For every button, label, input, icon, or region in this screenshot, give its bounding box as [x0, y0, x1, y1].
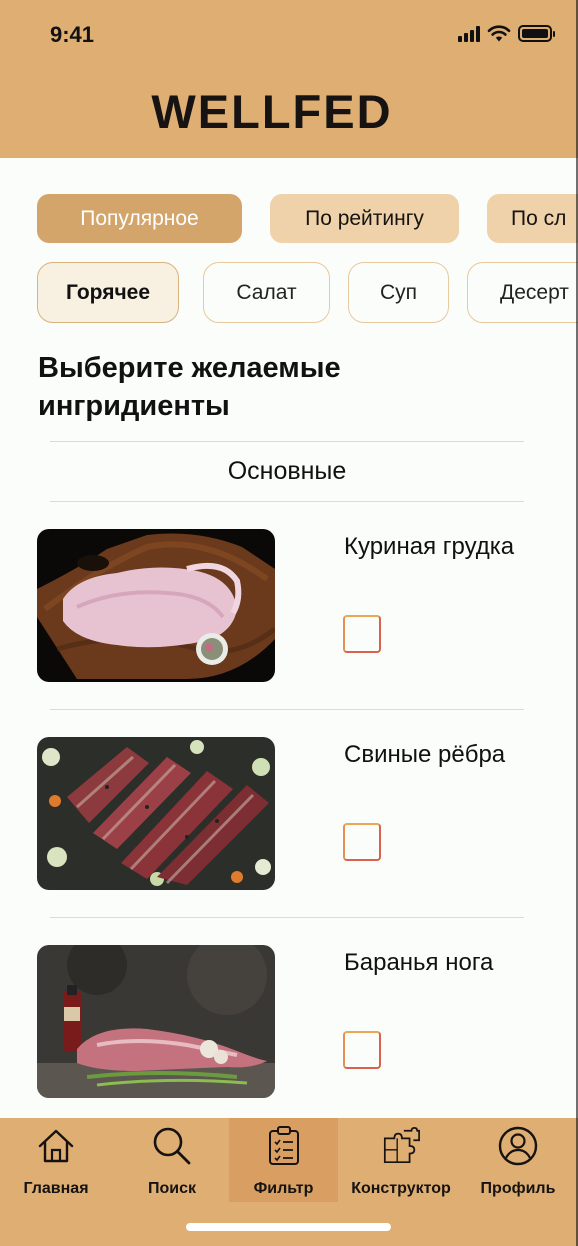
nav-label: Поиск: [147, 1180, 196, 1197]
puzzle-icon: [381, 1126, 421, 1166]
ingredient-checkbox[interactable]: [343, 1031, 381, 1069]
user-icon: [498, 1126, 538, 1166]
pork-ribs-photo: [37, 737, 275, 890]
group-title: Основные: [227, 457, 347, 485]
ingredient-name: Куриная грудка: [344, 533, 515, 560]
ingredient-item: Куриная грудка: [0, 529, 578, 683]
divider: [50, 917, 524, 918]
category-tab-salad[interactable]: Салат: [203, 262, 330, 323]
nav-item-search[interactable]: Поиск: [116, 1118, 228, 1202]
app-title: WELLFED: [151, 85, 393, 138]
sort-tabs: Популярное По рейтингу По сл: [0, 194, 578, 244]
ingredient-name: Баранья нога: [344, 949, 494, 976]
nav-item-filter[interactable]: Фильтр: [229, 1118, 338, 1202]
ingredient-name: Свиные рёбра: [344, 741, 506, 768]
divider: [50, 709, 524, 710]
battery-icon: [518, 25, 555, 42]
status-time: 9:41: [50, 22, 95, 47]
wifi-icon: [487, 25, 511, 42]
lamb-leg-photo: [37, 945, 275, 1098]
sort-tab-rating[interactable]: По рейтингу: [270, 194, 459, 243]
status-icons: [458, 25, 555, 42]
signal-icon: [458, 26, 480, 42]
chicken-breast-photo: [37, 529, 275, 682]
nav-item-constructor[interactable]: Конструктор: [340, 1118, 462, 1202]
ingredient-checkbox[interactable]: [343, 615, 381, 653]
ingredient-item: Баранья нога: [0, 945, 578, 1099]
section-title: Выберите желаемые ингридиенты: [38, 352, 341, 422]
ingredient-item: Свиные рёбра: [0, 737, 578, 891]
category-tab-soup[interactable]: Суп: [348, 262, 449, 323]
clipboard-list-icon: [264, 1126, 304, 1166]
category-tab-dessert[interactable]: Десерт: [467, 262, 578, 323]
search-icon: [152, 1126, 192, 1166]
nav-item-profile[interactable]: Профиль: [464, 1118, 572, 1202]
category-tabs: Горячее Салат Суп Десерт: [0, 262, 578, 324]
divider: [50, 441, 524, 442]
home-icon: [36, 1126, 76, 1166]
nav-label: Главная: [23, 1180, 89, 1197]
sort-tab-popular[interactable]: Популярное: [37, 194, 242, 243]
ingredient-checkbox[interactable]: [343, 823, 381, 861]
category-tab-hot[interactable]: Горячее: [37, 262, 179, 323]
app-header: 9:41 WELLFED: [0, 0, 578, 158]
nav-label: Конструктор: [351, 1180, 451, 1197]
nav-label: Фильтр: [253, 1180, 314, 1197]
nav-item-home[interactable]: Главная: [0, 1118, 112, 1202]
divider: [50, 501, 524, 502]
home-indicator: [186, 1223, 391, 1231]
sort-tab-partial[interactable]: По сл: [487, 194, 578, 243]
nav-label: Профиль: [480, 1180, 556, 1197]
